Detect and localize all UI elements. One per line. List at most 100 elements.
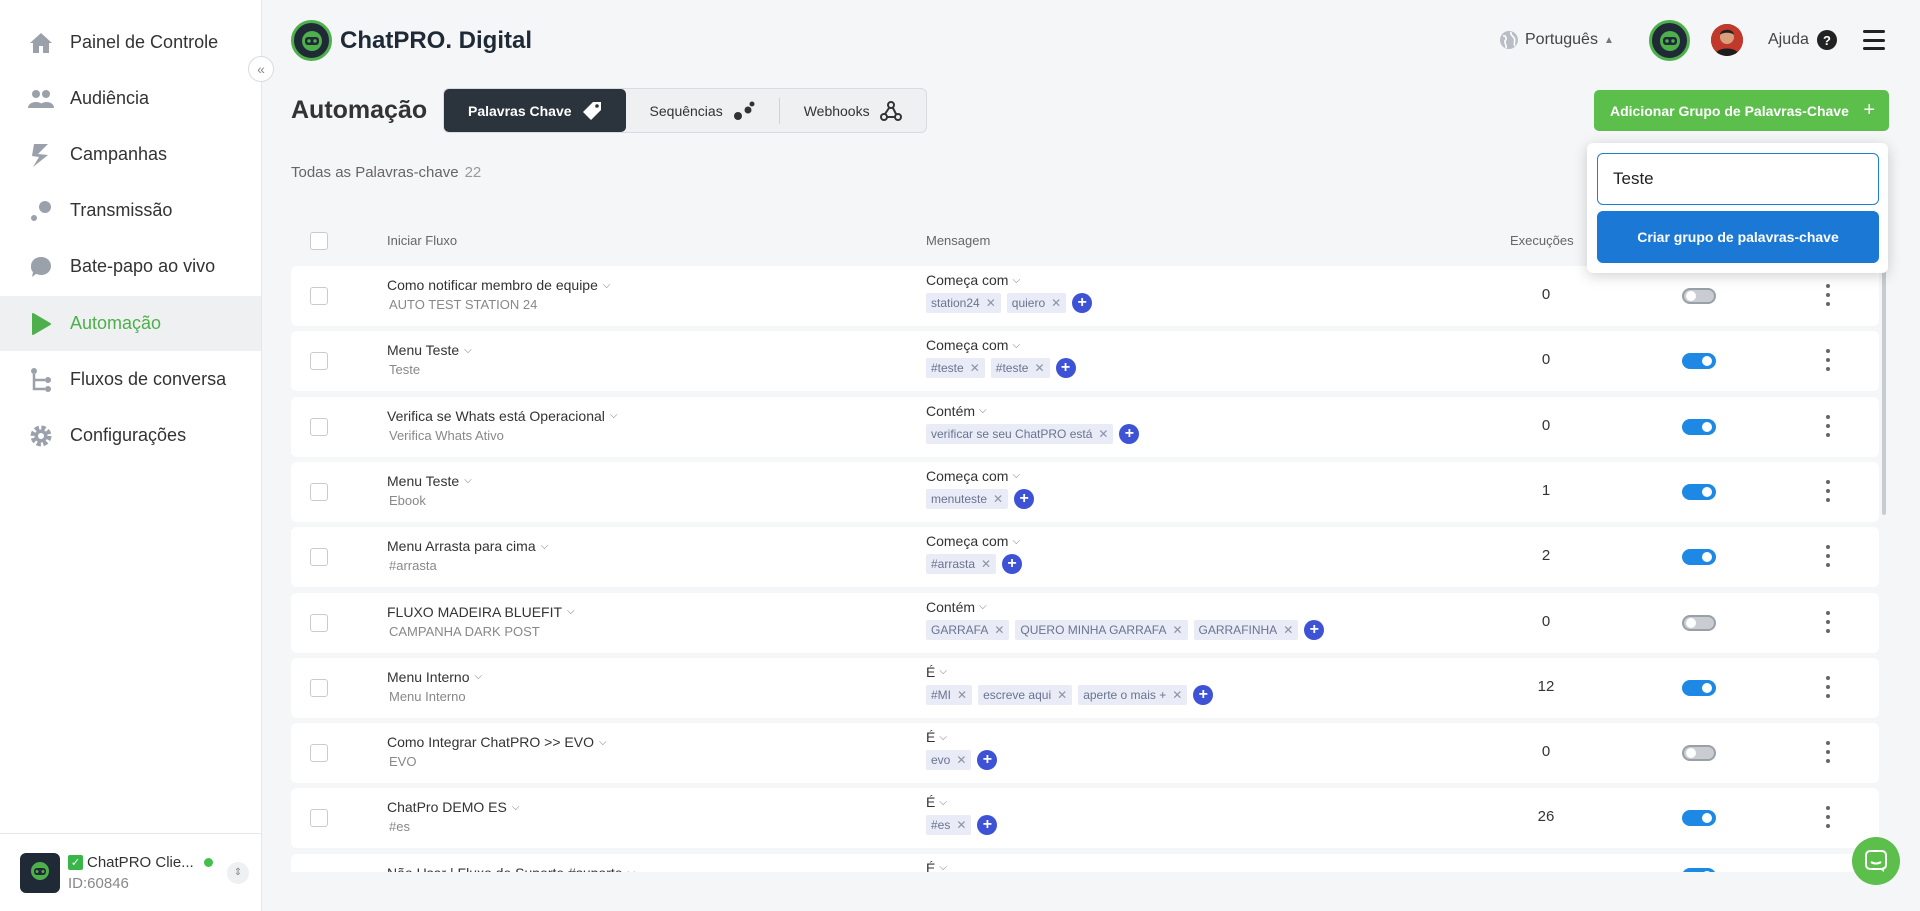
remove-keyword-icon[interactable]: ✕	[1034, 361, 1044, 375]
row-checkbox[interactable]	[310, 482, 328, 501]
remove-keyword-icon[interactable]: ✕	[1098, 427, 1108, 441]
flow-title[interactable]: Como Integrar ChatPRO >> EVO ⌵	[387, 734, 607, 750]
match-condition-dropdown[interactable]: É ⌵	[926, 794, 947, 810]
remove-keyword-icon[interactable]: ✕	[957, 688, 967, 702]
add-keyword-icon[interactable]: +	[1304, 619, 1325, 640]
table-row[interactable]: FLUXO MADEIRA BLUEFIT ⌵ CAMPANHA DARK POST…	[291, 592, 1879, 653]
help-button[interactable]: Ajuda ?	[1768, 30, 1837, 50]
more-options-icon[interactable]	[1824, 741, 1832, 764]
chevron-down-icon[interactable]: ⌵	[541, 541, 549, 552]
remove-keyword-icon[interactable]: ✕	[970, 361, 980, 375]
sidebar-item-bate-papo[interactable]: Bate-papo ao vivo	[0, 239, 261, 294]
language-selector[interactable]: Português ▲	[1499, 30, 1614, 50]
sidebar-item-audiencia[interactable]: Audiência	[0, 71, 261, 126]
more-options-icon[interactable]	[1824, 675, 1832, 698]
remove-keyword-icon[interactable]: ✕	[1051, 296, 1061, 310]
tab-webhooks[interactable]: Webhooks	[780, 89, 926, 132]
remove-keyword-icon[interactable]: ✕	[956, 818, 966, 832]
chevron-down-icon[interactable]: ⌵	[512, 802, 520, 813]
row-checkbox[interactable]	[310, 352, 328, 371]
match-condition-dropdown[interactable]: É ⌵	[926, 860, 947, 872]
row-checkbox[interactable]	[310, 744, 328, 763]
flow-title[interactable]: FLUXO MADEIRA BLUEFIT ⌵	[387, 604, 575, 620]
row-checkbox[interactable]	[310, 613, 328, 632]
support-chat-button[interactable]	[1852, 837, 1900, 885]
sidebar-item-configuracoes[interactable]: Configurações	[0, 408, 261, 463]
remove-keyword-icon[interactable]: ✕	[993, 492, 1003, 506]
add-keyword-icon[interactable]: +	[1119, 423, 1140, 444]
match-condition-dropdown[interactable]: Começa com ⌵	[926, 272, 1020, 288]
flow-title[interactable]: Menu Teste ⌵	[387, 342, 472, 358]
match-condition-dropdown[interactable]: Começa com ⌵	[926, 533, 1020, 549]
table-row[interactable]: Menu Teste ⌵ Teste Começa com ⌵ #teste ✕ #teste…	[291, 331, 1879, 392]
row-checkbox[interactable]	[310, 548, 328, 567]
match-condition-dropdown[interactable]: Contém ⌵	[926, 599, 987, 615]
table-row[interactable]: Verifica se Whats está Operacional ⌵ Verif…	[291, 396, 1879, 457]
chevron-down-icon[interactable]: ⌵	[599, 737, 607, 748]
flow-title[interactable]: Menu Teste ⌵	[387, 473, 472, 489]
account-switcher[interactable]: ✓ ChatPRO Clie... ID:60846 ⇕	[0, 833, 261, 911]
remove-keyword-icon[interactable]: ✕	[986, 296, 996, 310]
add-keyword-icon[interactable]: +	[1014, 488, 1035, 509]
table-row[interactable]: Menu Interno ⌵ Menu Interno É ⌵ #MI ✕ escreve a…	[291, 657, 1879, 718]
chevron-down-icon[interactable]: ⌵	[464, 475, 472, 486]
chevron-down-icon[interactable]: ⌵	[610, 410, 618, 421]
flow-title[interactable]: Menu Interno ⌵	[387, 669, 482, 685]
remove-keyword-icon[interactable]: ✕	[956, 753, 966, 767]
remove-keyword-icon[interactable]: ✕	[1172, 623, 1182, 637]
group-name-input[interactable]	[1597, 153, 1879, 205]
table-row[interactable]: ChatPro DEMO ES ⌵ #es É ⌵ #es ✕ +26	[291, 788, 1879, 849]
select-all-checkbox[interactable]	[310, 232, 328, 250]
row-checkbox[interactable]	[310, 809, 328, 828]
bot-avatar[interactable]	[1649, 20, 1690, 61]
add-keyword-icon[interactable]: +	[1002, 554, 1023, 575]
remove-keyword-icon[interactable]: ✕	[1283, 623, 1293, 637]
tab-sequencias[interactable]: Sequências	[626, 89, 779, 132]
active-toggle[interactable]	[1682, 867, 1716, 872]
table-row[interactable]: Como Integrar ChatPRO >> EVO ⌵ EVO É ⌵ evo ✕ +0	[291, 723, 1879, 784]
brand-logo[interactable]: ChatPRO. Digital	[291, 20, 532, 61]
row-checkbox[interactable]	[310, 417, 328, 436]
active-toggle[interactable]	[1682, 353, 1716, 370]
remove-keyword-icon[interactable]: ✕	[994, 623, 1004, 637]
more-options-icon[interactable]	[1824, 284, 1832, 306]
chevron-down-icon[interactable]: ⌵	[603, 280, 611, 291]
more-options-icon[interactable]	[1824, 806, 1832, 829]
collapse-sidebar-button[interactable]: «	[248, 56, 274, 82]
sidebar-item-fluxos[interactable]: Fluxos de conversa	[0, 352, 261, 407]
match-condition-dropdown[interactable]: Começa com ⌵	[926, 468, 1020, 484]
remove-keyword-icon[interactable]: ✕	[981, 557, 991, 571]
active-toggle[interactable]	[1682, 549, 1716, 566]
create-group-button[interactable]: Criar grupo de palavras-chave	[1597, 211, 1879, 263]
row-checkbox[interactable]	[310, 678, 328, 697]
flow-title[interactable]: Não Usar | Fluxo de Suporte #suporte⌵	[387, 865, 635, 872]
flow-title[interactable]: ChatPro DEMO ES ⌵	[387, 799, 519, 815]
flow-title[interactable]: Como notificar membro de equipe ⌵	[387, 277, 610, 293]
table-row[interactable]: Menu Arrasta para cima ⌵ #arrasta Começa co…	[291, 527, 1879, 588]
match-condition-dropdown[interactable]: É ⌵	[926, 664, 947, 680]
tab-palavras-chave[interactable]: Palavras Chave	[444, 89, 626, 132]
match-condition-dropdown[interactable]: É ⌵	[926, 729, 947, 745]
active-toggle[interactable]	[1682, 288, 1716, 304]
sidebar-item-painel[interactable]: Painel de Controle	[0, 15, 261, 70]
switch-account-icon[interactable]: ⇕	[227, 861, 249, 884]
add-keyword-icon[interactable]: +	[977, 750, 998, 771]
table-row[interactable]: Menu Teste ⌵ Ebook Começa com ⌵ menuteste ✕ +1	[291, 461, 1879, 522]
chevron-down-icon[interactable]: ⌵	[464, 345, 472, 356]
remove-keyword-icon[interactable]: ✕	[1172, 688, 1182, 702]
add-keyword-icon[interactable]: +	[1193, 684, 1214, 705]
active-toggle[interactable]	[1682, 810, 1716, 827]
more-options-icon[interactable]	[1824, 479, 1832, 502]
add-keyword-icon[interactable]: +	[1055, 358, 1076, 379]
chevron-down-icon[interactable]: ⌵	[567, 606, 575, 617]
more-options-icon[interactable]	[1824, 349, 1832, 372]
flow-title[interactable]: Verifica se Whats está Operacional ⌵	[387, 408, 617, 424]
table-row[interactable]: Não Usar | Fluxo de Suporte #suporte⌵ É⌵	[291, 853, 1879, 872]
active-toggle[interactable]	[1682, 679, 1716, 696]
add-keyword-group-button[interactable]: Adicionar Grupo de Palavras-Chave +	[1594, 90, 1889, 131]
chevron-down-icon[interactable]: ⌵	[475, 671, 483, 682]
sidebar-item-transmissao[interactable]: Transmissão	[0, 183, 261, 238]
table-row[interactable]: Como notificar membro de equipe ⌵ AUTO TES…	[291, 266, 1879, 326]
active-toggle[interactable]	[1682, 614, 1716, 631]
table-scrollbar[interactable]	[1882, 255, 1886, 515]
